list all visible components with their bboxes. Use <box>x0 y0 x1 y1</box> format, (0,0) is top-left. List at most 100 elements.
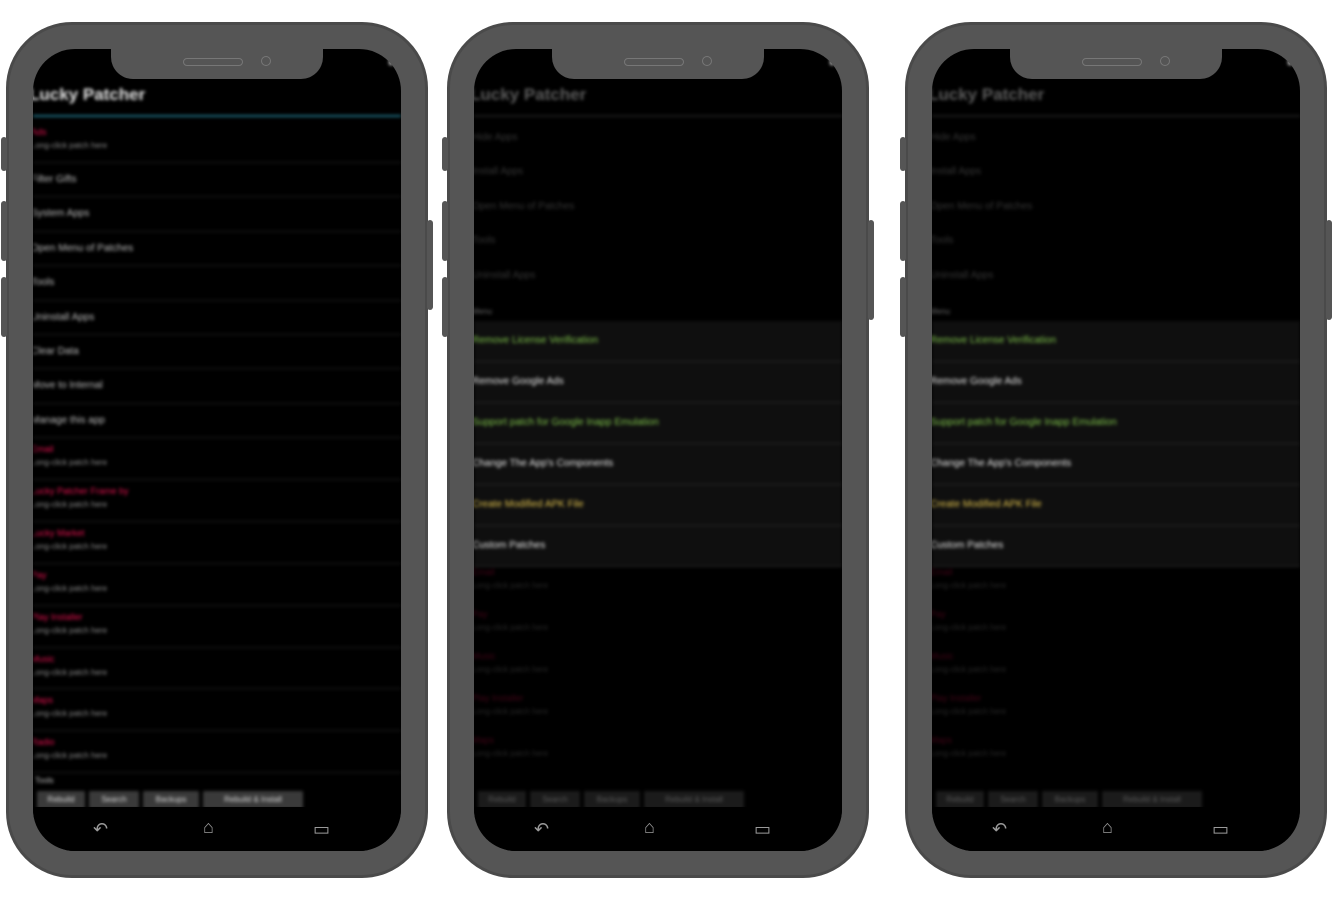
menu-row-label: Move to Internal <box>33 380 103 392</box>
list-item[interactable]: Lucky Market Long-click patch here <box>33 522 401 564</box>
list-item[interactable]: Maps Long-click patch here <box>474 729 842 771</box>
app-name: Music <box>932 650 954 661</box>
list-item[interactable]: Ads Long-click patch here <box>33 121 401 163</box>
background-app-list: Email Long-click patch here Pay Long-click … <box>474 561 842 770</box>
home-icon[interactable]: ⌂ <box>644 817 655 838</box>
app-name: Play Installer <box>474 692 524 703</box>
list-item[interactable]: Maps Long-click patch here <box>932 729 1300 771</box>
menu-row[interactable]: Tools <box>474 224 842 258</box>
menu-item[interactable]: Remove Google Ads <box>932 362 1300 403</box>
back-icon[interactable]: ↶ <box>534 819 549 840</box>
notch <box>552 49 764 79</box>
app-title: Lucky Patcher <box>33 85 146 104</box>
menu-item[interactable]: Create Modified APK File <box>932 485 1300 526</box>
background-list: Hide Apps Install Apps Open Menu of Patche… <box>932 121 1300 293</box>
menu-row[interactable]: Uninstall Apps <box>33 301 401 335</box>
menu-row[interactable]: Open Menu of Patches <box>932 190 1300 224</box>
nav-bar: ↶ ⌂ ▭ <box>932 807 1300 851</box>
menu-item[interactable]: Support patch for Google Inapp Emulation <box>474 403 842 444</box>
menu-item-label: Remove License Verification <box>474 335 599 346</box>
menu-row[interactable]: System Apps <box>33 197 401 232</box>
menu-row[interactable]: Uninstall Apps <box>474 259 842 293</box>
app-subtitle: Long-click patch here <box>33 458 108 468</box>
recents-icon[interactable]: ▭ <box>1212 819 1229 840</box>
menu-row-label: Install Apps <box>474 166 524 178</box>
list-item[interactable]: Music Long-click patch here <box>33 648 401 690</box>
menu-row-label: Tools <box>474 235 496 247</box>
toolbar-label: Tools <box>35 776 54 785</box>
phone-frame-1: Lucky Patcher Ads Long-click patch here Fi… <box>1 22 433 878</box>
list-item[interactable]: Email Long-click patch here <box>932 561 1300 603</box>
back-icon[interactable]: ↶ <box>93 819 108 840</box>
recents-icon[interactable]: ▭ <box>754 819 771 840</box>
app-name: Pay <box>932 608 946 619</box>
menu-row[interactable]: Uninstall Apps <box>932 259 1300 293</box>
menu-row-label: Open Menu of Patches <box>474 200 575 212</box>
list-item[interactable]: Lucky Patcher Frame by Long-click patch h… <box>33 480 401 522</box>
menu-row[interactable]: Install Apps <box>474 155 842 189</box>
menu-item[interactable]: Change The App's Components <box>932 444 1300 485</box>
list-item[interactable]: Pay Long-click patch here <box>33 564 401 606</box>
list-item[interactable]: Maps Long-click patch here <box>33 689 401 732</box>
notch <box>1010 49 1222 79</box>
app-subtitle: Long-click patch here <box>33 500 108 510</box>
list-item[interactable]: Music Long-click patch here <box>474 645 842 687</box>
menu-row[interactable]: Manage this app <box>33 404 401 439</box>
menu-row[interactable]: Install Apps <box>932 155 1300 189</box>
overflow-menu-icon[interactable] <box>830 59 834 65</box>
home-icon[interactable]: ⌂ <box>203 817 214 838</box>
list-item[interactable]: Play Installer Long-click patch here <box>932 687 1300 729</box>
app-list: Ads Long-click patch here Filter Gifts Syst… <box>33 121 401 774</box>
list-item[interactable]: Play Installer Long-click patch here <box>474 687 842 729</box>
app-subtitle: Long-click patch here <box>33 625 108 635</box>
background-app-list: Email Long-click patch here Pay Long-click … <box>932 561 1300 770</box>
list-item[interactable]: Email Long-click patch here <box>474 561 842 603</box>
list-item[interactable]: Pay Long-click patch here <box>932 603 1300 645</box>
app-name: Maps <box>932 734 953 745</box>
app-name: Music <box>33 653 55 664</box>
menu-item-label: Support patch for Google Inapp Emulation <box>474 417 659 428</box>
menu-item[interactable]: Remove Google Ads <box>474 362 842 403</box>
app-name: Maps <box>33 695 54 706</box>
menu-row[interactable]: Open Menu of Patches <box>33 232 401 267</box>
list-item[interactable]: Play Installer Long-click patch here <box>33 606 401 648</box>
menu-row[interactable]: Clear Data <box>33 335 401 370</box>
menu-item[interactable]: Change The App's Components <box>474 444 842 485</box>
list-item[interactable]: Pay Long-click patch here <box>474 603 842 645</box>
phone-frame-3: Lucky Patcher Hide Apps Install Apps Open … <box>900 22 1332 878</box>
menu-row-label: Open Menu of Patches <box>33 242 134 254</box>
menu-item-label: Create Modified APK File <box>932 499 1042 510</box>
menu-row[interactable]: Tools <box>932 224 1300 258</box>
app-subtitle: Long-click patch here <box>33 583 108 593</box>
menu-item-label: Custom Patches <box>932 540 1004 551</box>
menu-item-label: Change The App's Components <box>474 458 614 469</box>
menu-item[interactable]: Remove License Verification <box>932 321 1300 362</box>
menu-item[interactable]: Remove License Verification <box>474 321 842 362</box>
list-item[interactable]: Radio Long-click patch here <box>33 731 401 774</box>
phone-frame-2: Lucky Patcher Hide Apps Install Apps Open … <box>442 22 874 878</box>
back-icon[interactable]: ↶ <box>992 819 1007 840</box>
app-subtitle: Long-click patch here <box>33 141 108 150</box>
app-name: Pay <box>33 569 47 580</box>
app-name: Pay <box>474 608 488 619</box>
menu-row[interactable]: Hide Apps <box>474 121 842 155</box>
app-subtitle: Long-click patch here <box>474 748 549 758</box>
menu-row[interactable]: Hide Apps <box>932 121 1300 155</box>
menu-row[interactable]: Tools <box>33 266 401 301</box>
recents-icon[interactable]: ▭ <box>313 819 330 840</box>
list-item[interactable]: Email Long-click patch here <box>33 438 401 481</box>
menu-row[interactable]: Open Menu of Patches <box>474 190 842 224</box>
menu-row[interactable]: Move to Internal <box>33 369 401 404</box>
menu-item[interactable]: Create Modified APK File <box>474 485 842 526</box>
app-subtitle: Long-click patch here <box>33 667 108 677</box>
menu-row[interactable]: Filter Gifts <box>33 163 401 198</box>
home-icon[interactable]: ⌂ <box>1102 817 1113 838</box>
nav-bar: ↶ ⌂ ▭ <box>33 807 401 851</box>
overflow-menu-icon[interactable] <box>1288 59 1292 65</box>
app-title: Lucky Patcher <box>932 85 1045 104</box>
overflow-menu-icon[interactable] <box>389 59 393 65</box>
phone-screen-1: Lucky Patcher Ads Long-click patch here Fi… <box>33 49 401 851</box>
menu-row-label: Open Menu of Patches <box>932 200 1033 212</box>
menu-item[interactable]: Support patch for Google Inapp Emulation <box>932 403 1300 444</box>
list-item[interactable]: Music Long-click patch here <box>932 645 1300 687</box>
